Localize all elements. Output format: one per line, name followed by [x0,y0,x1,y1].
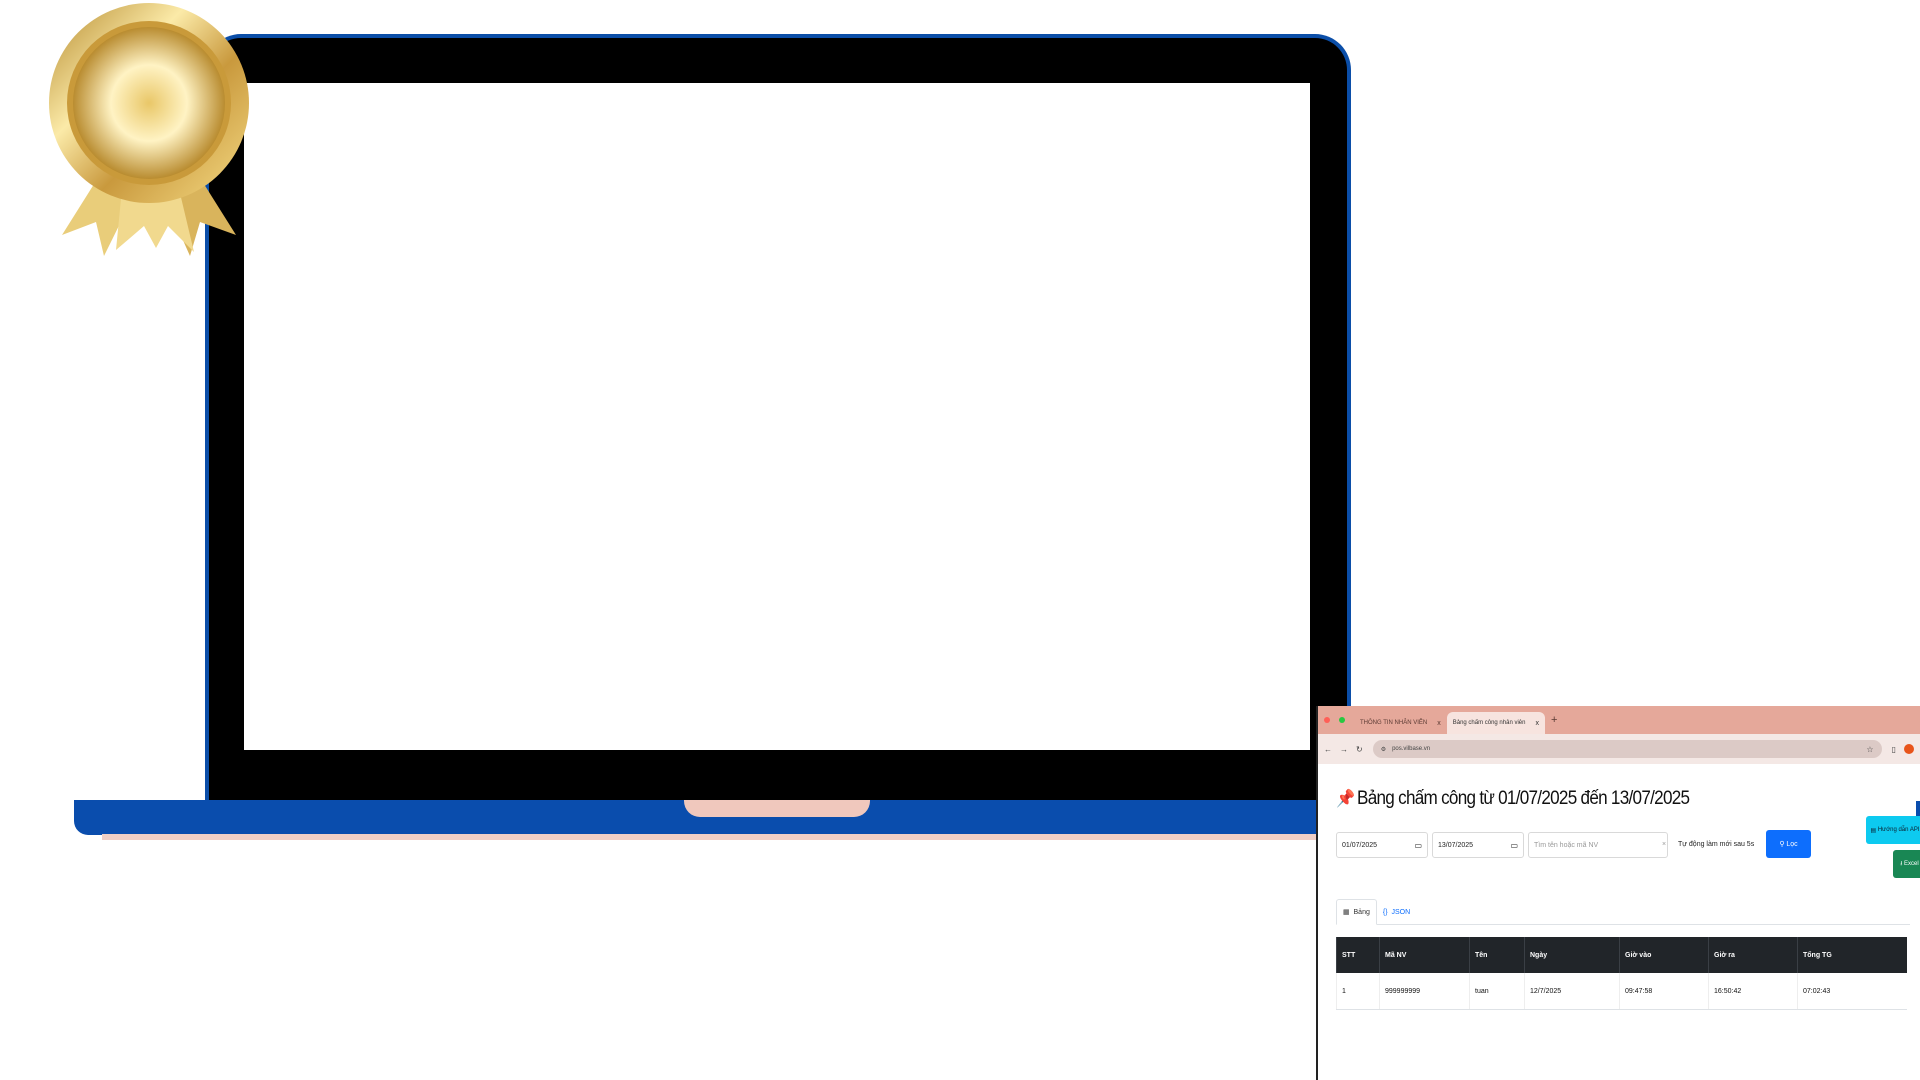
table-cell: 09:47:58 [1619,973,1709,1010]
laptop-screen [244,83,1310,750]
browser-tab-employee-info[interactable]: THÔNG TIN NHÂN VIÊN x [1354,712,1447,734]
book-icon: ▤ [1870,827,1878,834]
page-title: 📌 Bảng chấm công từ 01/07/2025 đến 13/07… [1336,788,1853,810]
table-cell: 07:02:43 [1797,973,1907,1010]
site-info-icon[interactable]: ⚙ [1381,746,1386,753]
table-header-row: STT Mã NV Tên Ngày Giờ vào Giờ ra Tổng T… [1336,937,1907,973]
url-text: pos.vilbase.vn [1392,746,1431,752]
extensions-icon[interactable]: ▯ [1892,745,1896,754]
code-icon: {} [1382,909,1390,916]
forward-icon[interactable]: → [1340,745,1348,754]
reload-icon[interactable]: ↻ [1356,745,1363,754]
tab-json[interactable]: {} JSON [1377,909,1416,924]
browser-toolbar: ← → ↻ ⚙ pos.vilbase.vn ☆ ▯ [1318,734,1920,764]
table-row: 1 999999999 tuan 12/7/2025 09:47:58 16:5… [1336,973,1907,1010]
column-header[interactable]: Mã NV [1379,937,1470,973]
table-cell: 999999999 [1379,973,1470,1010]
excel-export-button[interactable]: ⭳ Excel [1893,850,1920,878]
from-date-value: 01/07/2025 [1342,841,1378,849]
close-icon[interactable]: x [1535,720,1539,727]
to-date-input[interactable]: 13/07/2025 ▭ [1432,832,1524,858]
excel-button-label: Excel [1904,861,1919,867]
table-cell: tuan [1469,973,1525,1010]
search-input[interactable]: Tìm tên hoặc mã NV [1528,832,1668,858]
clear-search-icon[interactable]: × [1662,841,1666,848]
laptop-base-shadow [102,834,1442,840]
bookmark-star-icon[interactable]: ☆ [1866,745,1873,754]
browser-tabbar: THÔNG TIN NHÂN VIÊN x Bảng chấm công nhâ… [1318,706,1920,734]
pushpin-icon: 📌 [1336,789,1355,808]
filter-button-label: Lọc [1786,840,1798,848]
api-guide-button[interactable]: ▤ Hướng dẫn API [1866,816,1920,844]
tab-table-label: Bảng [1353,909,1370,916]
window-close-dot[interactable] [1324,717,1330,723]
column-header[interactable]: Giờ vào [1619,937,1709,973]
table-cell: 12/7/2025 [1524,973,1620,1010]
tab-json-label: JSON [1391,909,1411,916]
page-title-text: Bảng chấm công từ 01/07/2025 đến 13/07/2… [1357,788,1690,809]
browser-tab-label: Bảng chấm công nhân viên [1452,720,1526,726]
search-placeholder: Tìm tên hoặc mã NV [1534,841,1599,849]
window-maximize-dot[interactable] [1339,717,1345,723]
column-header[interactable]: Giờ ra [1708,937,1798,973]
column-header[interactable]: STT [1336,937,1380,973]
table-icon: ▦ [1343,909,1352,916]
close-icon[interactable]: x [1437,720,1441,727]
column-header[interactable]: Tên [1469,937,1525,973]
calendar-icon[interactable]: ▭ [1510,841,1518,850]
calendar-icon[interactable]: ▭ [1414,841,1422,850]
browser-tab-attendance[interactable]: Bảng chấm công nhân viên x [1446,712,1545,734]
filter-bar: 01/07/2025 ▭ 13/07/2025 ▭ Tìm tên hoặc m… [1336,816,1920,892]
gold-medal-icon [49,3,249,256]
filter-icon: ⚲ [1779,841,1787,848]
profile-avatar[interactable] [1904,744,1914,754]
browser-tab-label: THÔNG TIN NHÂN VIÊN [1360,720,1428,726]
laptop-notch [684,800,870,817]
table-cell: 16:50:42 [1708,973,1798,1010]
new-tab-button[interactable]: + [1551,714,1557,726]
page-content: 📌 Bảng chấm công từ 01/07/2025 đến 13/07… [1318,764,1920,1010]
filter-button[interactable]: ⚲ Lọc [1766,830,1811,858]
attendance-table: STT Mã NV Tên Ngày Giờ vào Giờ ra Tổng T… [1336,937,1907,1010]
back-icon[interactable]: ← [1324,745,1332,754]
from-date-input[interactable]: 01/07/2025 ▭ [1336,832,1428,858]
tab-table[interactable]: ▦ Bảng [1336,899,1377,925]
address-bar[interactable]: ⚙ pos.vilbase.vn ☆ [1372,740,1882,758]
view-tabs: ▦ Bảng {} JSON [1336,894,1910,925]
auto-refresh-label: Tự động làm mới sau 5s [1678,841,1755,848]
browser-window: THÔNG TIN NHÂN VIÊN x Bảng chấm công nhâ… [1316,706,1920,1080]
column-header[interactable]: Tổng TG [1797,937,1907,973]
to-date-value: 13/07/2025 [1438,841,1474,849]
api-guide-button-label: Hướng dẫn API [1877,827,1920,833]
column-header[interactable]: Ngày [1524,937,1620,973]
table-cell: 1 [1336,973,1380,1010]
